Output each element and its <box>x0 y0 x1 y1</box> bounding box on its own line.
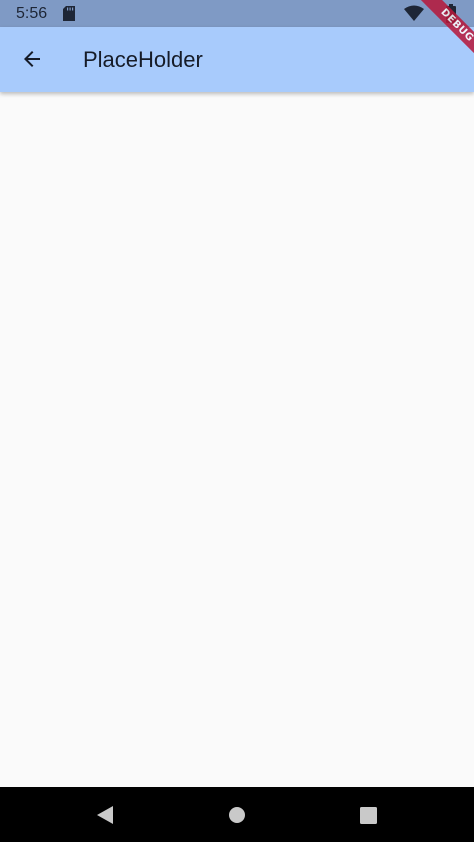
page-title: PlaceHolder <box>83 47 203 72</box>
nav-back-button[interactable] <box>90 800 120 830</box>
status-bar: 5:56 <box>0 0 474 27</box>
battery-icon <box>446 4 456 23</box>
app-screen: 5:56 PlaceHolder DEBUG <box>0 0 474 842</box>
sd-card-icon <box>63 6 75 21</box>
content-area <box>0 92 474 787</box>
app-bar: PlaceHolder <box>0 27 474 92</box>
nav-back-icon <box>97 806 113 824</box>
system-nav-bar <box>0 787 474 842</box>
arrow-back-icon <box>24 51 40 67</box>
wifi-icon <box>404 5 424 22</box>
nav-recents-icon <box>359 806 377 824</box>
nav-recents-button[interactable] <box>353 800 383 830</box>
status-time: 5:56 <box>16 5 48 22</box>
back-button[interactable] <box>12 39 52 79</box>
nav-home-icon <box>229 807 245 823</box>
nav-home-button[interactable] <box>222 800 252 830</box>
